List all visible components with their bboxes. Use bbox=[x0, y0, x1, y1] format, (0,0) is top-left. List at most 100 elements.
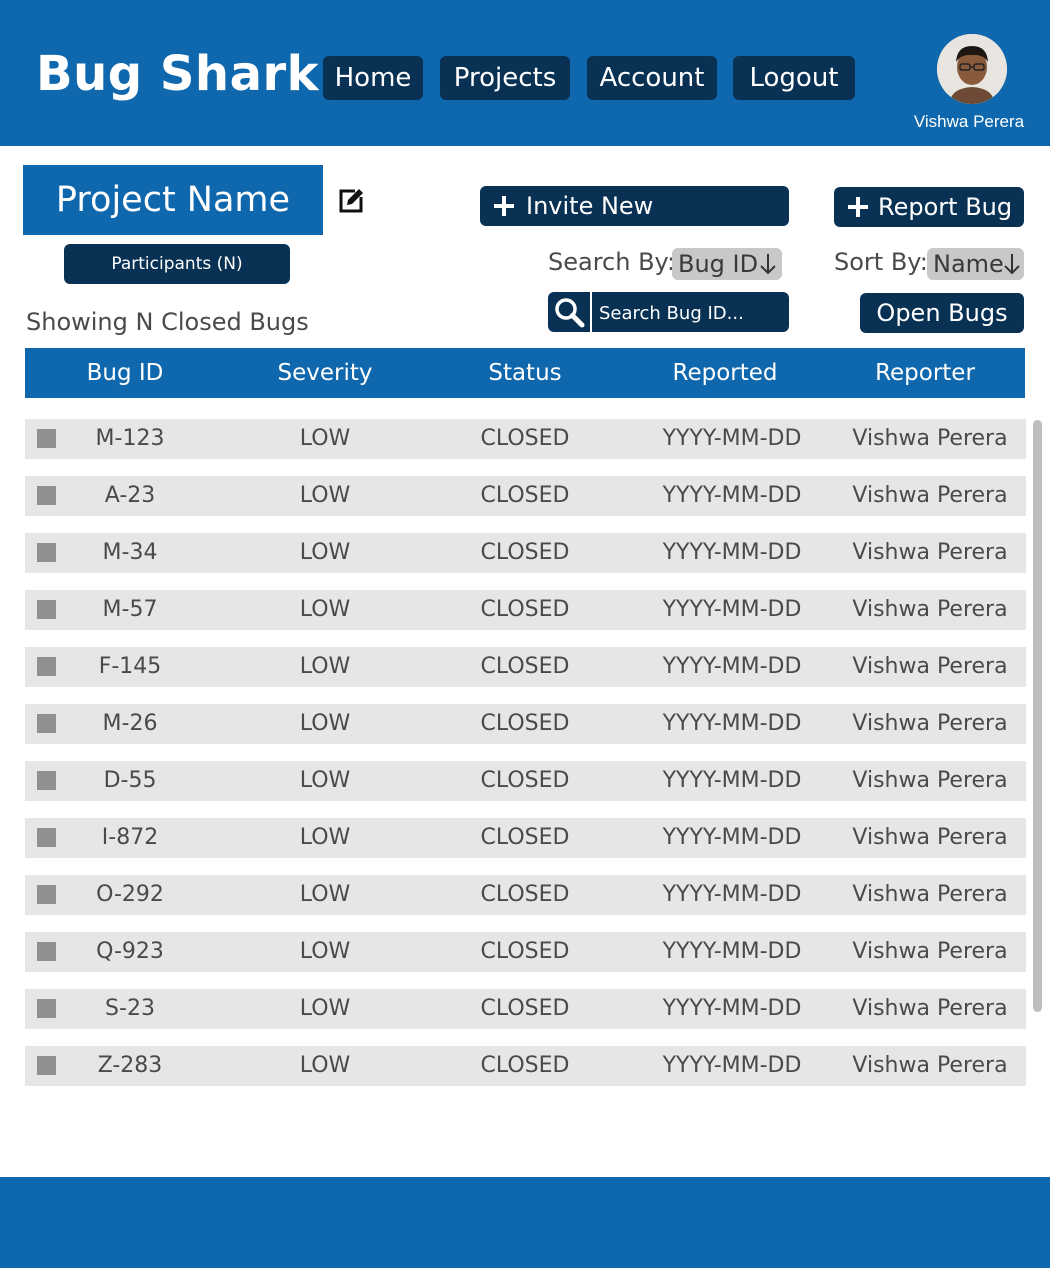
cell-bug-id: A-23 bbox=[104, 483, 156, 508]
cell-reported: YYYY-MM-DD bbox=[662, 825, 802, 850]
cell-reported: YYYY-MM-DD bbox=[662, 426, 802, 451]
table-row[interactable]: I-872 LOW CLOSED YYYY-MM-DD Vishwa Perera bbox=[25, 818, 1026, 858]
column-header-reporter[interactable]: Reporter bbox=[825, 348, 1025, 398]
cell-status: CLOSED bbox=[480, 654, 570, 679]
scrollbar[interactable] bbox=[1033, 420, 1042, 1012]
cell-bug-id: M-123 bbox=[95, 426, 165, 451]
cell-reported: YYYY-MM-DD bbox=[662, 654, 802, 679]
cell-severity: LOW bbox=[299, 711, 351, 736]
row-checkbox[interactable] bbox=[37, 429, 56, 448]
cell-bug-id: M-57 bbox=[102, 597, 158, 622]
cell-bug-id: I-872 bbox=[101, 825, 159, 850]
column-header-reported[interactable]: Reported bbox=[625, 348, 825, 398]
row-checkbox[interactable] bbox=[37, 543, 56, 562]
search-by-dropdown[interactable]: Bug ID bbox=[672, 248, 782, 280]
table-row[interactable]: M-123 LOW CLOSED YYYY-MM-DD Vishwa Perera bbox=[25, 419, 1026, 459]
cell-bug-id: Q-923 bbox=[96, 939, 164, 964]
search-input[interactable] bbox=[592, 292, 791, 334]
nav-projects-button[interactable]: Projects bbox=[440, 56, 570, 100]
participants-button[interactable]: Participants (N) bbox=[64, 244, 290, 284]
cell-status: CLOSED bbox=[480, 711, 570, 736]
nav-account-button[interactable]: Account bbox=[587, 56, 717, 100]
table-row[interactable]: Z-283 LOW CLOSED YYYY-MM-DD Vishwa Perera bbox=[25, 1046, 1026, 1086]
search-by-label: Search By: bbox=[548, 248, 676, 276]
nav-logout-button[interactable]: Logout bbox=[733, 56, 855, 100]
table-header: Bug ID Severity Status Reported Reporter bbox=[25, 348, 1025, 398]
cell-reporter: Vishwa Perera bbox=[852, 711, 1008, 736]
table-row[interactable]: S-23 LOW CLOSED YYYY-MM-DD Vishwa Perera bbox=[25, 989, 1026, 1029]
brand-title: Bug Shark bbox=[36, 46, 320, 102]
cell-status: CLOSED bbox=[480, 483, 570, 508]
cell-reported: YYYY-MM-DD bbox=[662, 711, 802, 736]
table-row[interactable]: D-55 LOW CLOSED YYYY-MM-DD Vishwa Perera bbox=[25, 761, 1026, 801]
row-checkbox[interactable] bbox=[37, 942, 56, 961]
table-row[interactable]: F-145 LOW CLOSED YYYY-MM-DD Vishwa Perera bbox=[25, 647, 1026, 687]
plus-icon bbox=[848, 197, 868, 217]
avatar[interactable] bbox=[937, 34, 1007, 104]
cell-reporter: Vishwa Perera bbox=[852, 540, 1008, 565]
table-row[interactable]: M-34 LOW CLOSED YYYY-MM-DD Vishwa Perera bbox=[25, 533, 1026, 573]
cell-reported: YYYY-MM-DD bbox=[662, 483, 802, 508]
row-checkbox[interactable] bbox=[37, 714, 56, 733]
cell-severity: LOW bbox=[299, 540, 351, 565]
table-row[interactable]: A-23 LOW CLOSED YYYY-MM-DD Vishwa Perera bbox=[25, 476, 1026, 516]
row-checkbox[interactable] bbox=[37, 828, 56, 847]
row-checkbox[interactable] bbox=[37, 771, 56, 790]
column-header-severity[interactable]: Severity bbox=[225, 348, 425, 398]
cell-bug-id: F-145 bbox=[98, 654, 162, 679]
report-bug-button[interactable]: Report Bug bbox=[834, 187, 1024, 227]
cell-severity: LOW bbox=[299, 1053, 351, 1078]
cell-severity: LOW bbox=[299, 825, 351, 850]
avatar-image bbox=[937, 34, 1007, 104]
search-icon[interactable] bbox=[548, 292, 592, 332]
column-header-status[interactable]: Status bbox=[425, 348, 625, 398]
open-bugs-button[interactable]: Open Bugs bbox=[860, 293, 1024, 333]
cell-reporter: Vishwa Perera bbox=[852, 483, 1008, 508]
row-checkbox[interactable] bbox=[37, 1056, 56, 1075]
column-header-bug-id[interactable]: Bug ID bbox=[25, 348, 225, 398]
cell-status: CLOSED bbox=[480, 540, 570, 565]
sort-by-dropdown[interactable]: Name bbox=[927, 248, 1024, 280]
row-checkbox[interactable] bbox=[37, 486, 56, 505]
cell-reported: YYYY-MM-DD bbox=[662, 939, 802, 964]
table-row[interactable]: M-57 LOW CLOSED YYYY-MM-DD Vishwa Perera bbox=[25, 590, 1026, 630]
row-checkbox[interactable] bbox=[37, 600, 56, 619]
arrow-down-icon bbox=[760, 254, 776, 275]
cell-reporter: Vishwa Perera bbox=[852, 768, 1008, 793]
cell-severity: LOW bbox=[299, 939, 351, 964]
cell-status: CLOSED bbox=[480, 939, 570, 964]
cell-bug-id: D-55 bbox=[103, 768, 157, 793]
cell-status: CLOSED bbox=[480, 882, 570, 907]
cell-bug-id: S-23 bbox=[105, 996, 155, 1021]
cell-reporter: Vishwa Perera bbox=[852, 825, 1008, 850]
table-row[interactable]: O-292 LOW CLOSED YYYY-MM-DD Vishwa Perera bbox=[25, 875, 1026, 915]
arrow-down-icon bbox=[1004, 254, 1020, 275]
cell-reported: YYYY-MM-DD bbox=[662, 1053, 802, 1078]
cell-severity: LOW bbox=[299, 996, 351, 1021]
nav-home-button[interactable]: Home bbox=[323, 56, 423, 100]
cell-reported: YYYY-MM-DD bbox=[662, 540, 802, 565]
user-name: Vishwa Perera bbox=[913, 112, 1025, 131]
row-checkbox[interactable] bbox=[37, 885, 56, 904]
row-checkbox[interactable] bbox=[37, 999, 56, 1018]
cell-status: CLOSED bbox=[480, 426, 570, 451]
sort-by-value: Name bbox=[933, 250, 1004, 278]
invite-participant-button[interactable]: Invite New Participant bbox=[480, 186, 789, 260]
sort-by-label: Sort By: bbox=[834, 248, 928, 276]
table-row[interactable]: M-26 LOW CLOSED YYYY-MM-DD Vishwa Perera bbox=[25, 704, 1026, 744]
cell-reported: YYYY-MM-DD bbox=[662, 768, 802, 793]
cell-reporter: Vishwa Perera bbox=[852, 939, 1008, 964]
cell-status: CLOSED bbox=[480, 768, 570, 793]
cell-severity: LOW bbox=[299, 882, 351, 907]
row-checkbox[interactable] bbox=[37, 657, 56, 676]
edit-icon[interactable] bbox=[337, 187, 365, 215]
cell-reported: YYYY-MM-DD bbox=[662, 882, 802, 907]
cell-reported: YYYY-MM-DD bbox=[662, 996, 802, 1021]
table-row[interactable]: Q-923 LOW CLOSED YYYY-MM-DD Vishwa Perera bbox=[25, 932, 1026, 972]
cell-reporter: Vishwa Perera bbox=[852, 426, 1008, 451]
search-by-value: Bug ID bbox=[678, 250, 759, 278]
cell-bug-id: M-26 bbox=[102, 711, 158, 736]
cell-status: CLOSED bbox=[480, 597, 570, 622]
report-bug-label: Report Bug bbox=[878, 193, 1013, 221]
cell-status: CLOSED bbox=[480, 825, 570, 850]
